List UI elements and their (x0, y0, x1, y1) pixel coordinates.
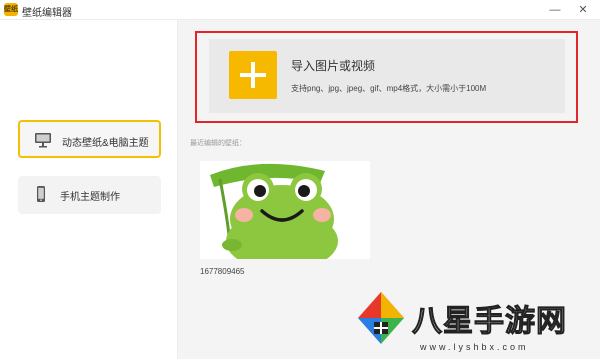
app-logo-icon: 壁纸 (4, 3, 18, 16)
plus-icon[interactable] (229, 51, 277, 99)
site-watermark: 八星手游网 www.lyshbx.com (352, 290, 600, 359)
import-media-dropzone[interactable]: 导入图片或视频 支持png、jpg、jpeg、gif、mp4格式，大小需小于10… (195, 31, 578, 123)
sidebar-item-phone-theme[interactable]: 手机主题制作 (18, 176, 161, 214)
sidebar-item-label: 动态壁纸&电脑主题 (62, 138, 149, 149)
close-button[interactable]: ✕ (570, 1, 596, 19)
thumbnail-caption: 1677809465 (200, 267, 245, 276)
recent-wallpapers-label: 最近编辑的壁纸： (190, 140, 246, 147)
watermark-logo-icon (358, 292, 404, 344)
watermark-url: www.lyshbx.com (420, 342, 529, 352)
sidebar-item-label: 手机主题制作 (60, 192, 120, 203)
recent-wallpaper-thumbnail[interactable] (200, 161, 370, 259)
import-title: 导入图片或视频 (291, 59, 376, 73)
frog-image (200, 161, 370, 259)
watermark-text: 八星手游网 (412, 305, 567, 339)
sidebar-item-desktop-theme[interactable]: 动态壁纸&电脑主题 (18, 120, 161, 158)
minimize-button[interactable]: — (542, 1, 568, 19)
title-bar: 壁纸 壁纸编辑器 — ✕ (0, 0, 600, 20)
sidebar: 动态壁纸&电脑主题 手机主题制作 (0, 20, 178, 359)
phone-icon (32, 186, 50, 202)
window-title: 壁纸编辑器 (22, 8, 72, 19)
import-format-hint: 支持png、jpg、jpeg、gif、mp4格式，大小需小于100M (291, 84, 487, 93)
import-media-card[interactable]: 导入图片或视频 支持png、jpg、jpeg、gif、mp4格式，大小需小于10… (209, 39, 565, 113)
monitor-icon (34, 132, 52, 148)
